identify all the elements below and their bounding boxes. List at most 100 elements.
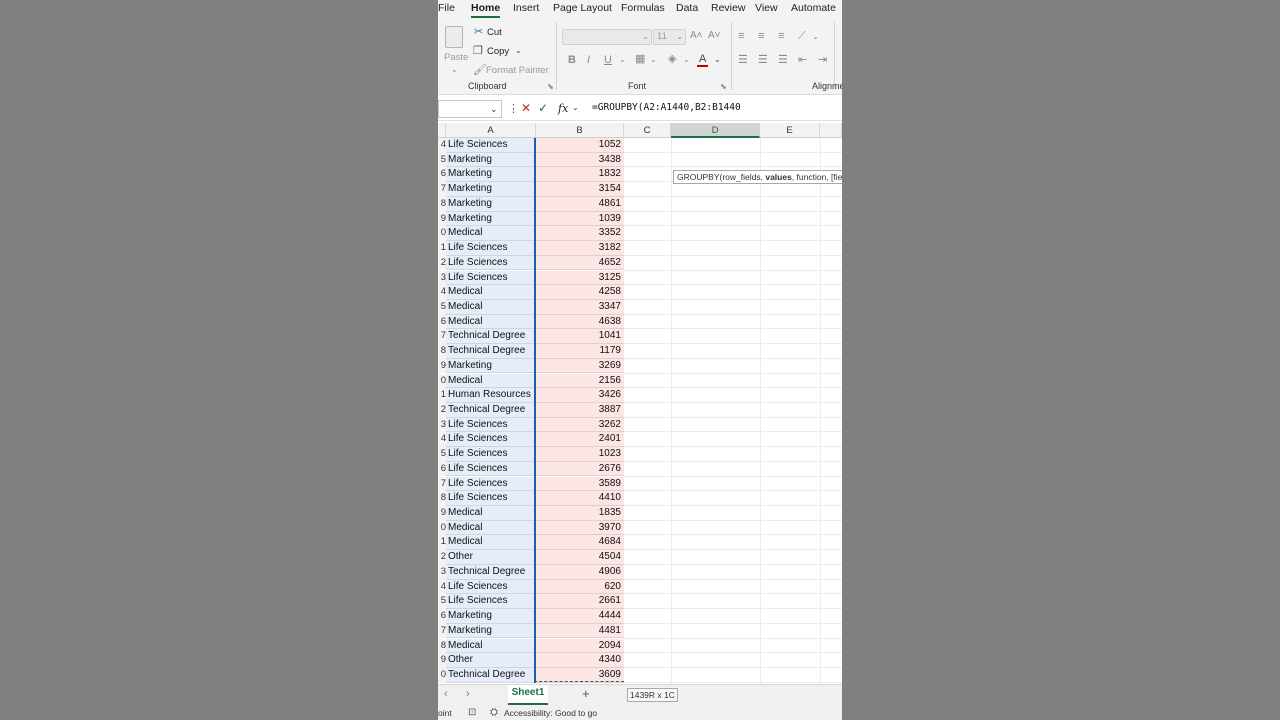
cell-b[interactable]: 4638 (536, 314, 624, 330)
tab-data[interactable]: Data (676, 2, 698, 14)
row-header[interactable]: 2 (438, 403, 446, 418)
row-header[interactable]: 9 (438, 653, 446, 668)
cell-a[interactable]: Life Sciences (446, 476, 535, 492)
bold-icon[interactable]: B (568, 54, 576, 66)
cell-a[interactable]: Technical Degree (446, 667, 535, 683)
row-header[interactable]: 6 (438, 314, 446, 330)
row-header[interactable]: 8 (438, 196, 446, 212)
corner-select-all[interactable] (438, 123, 446, 138)
decrease-indent-icon[interactable]: ⇤ (798, 54, 807, 66)
tab-review[interactable]: Review (711, 2, 745, 14)
cell-b[interactable]: 1179 (536, 344, 624, 359)
paste-button[interactable]: Paste ⌄ (441, 24, 468, 74)
insert-function-icon[interactable]: fx (558, 102, 568, 115)
row-header[interactable]: 5 (438, 594, 446, 609)
row-header[interactable]: 8 (438, 344, 446, 359)
cell-b[interactable]: 1039 (536, 211, 624, 227)
dialog-launcher-icon[interactable]: ⬊ (720, 81, 727, 93)
cell-a[interactable]: Life Sciences (446, 241, 535, 256)
align-left-icon[interactable]: ☰ (738, 54, 748, 66)
align-top-icon[interactable]: ≡ (738, 30, 744, 42)
cell-a[interactable]: Marketing (446, 196, 535, 212)
cell-b[interactable]: 2661 (536, 594, 624, 609)
cell-b[interactable]: 4258 (536, 285, 624, 300)
row-header[interactable]: 7 (438, 623, 446, 639)
fill-color-icon[interactable]: ◈ (668, 53, 676, 65)
tab-view[interactable]: View (755, 2, 778, 14)
cell-a[interactable]: Life Sciences (446, 447, 535, 462)
column-header-c[interactable]: C (624, 123, 671, 138)
tab-formulas[interactable]: Formulas (621, 2, 665, 14)
cell-a[interactable]: Life Sciences (446, 255, 535, 271)
add-sheet-icon[interactable]: + (582, 687, 590, 700)
underline-icon[interactable]: U (604, 54, 612, 66)
accessibility-icon[interactable]: ⛭ (490, 707, 498, 719)
row-header[interactable]: 7 (438, 182, 446, 197)
row-header[interactable]: 9 (438, 211, 446, 227)
row-header[interactable]: 8 (438, 491, 446, 506)
font-name-dropdown[interactable]: ⌄ (562, 29, 652, 45)
row-header[interactable]: 6 (438, 461, 446, 477)
row-header[interactable]: 4 (438, 432, 446, 448)
row-header[interactable]: 6 (438, 609, 446, 624)
row-header[interactable]: 6 (438, 167, 446, 183)
formula-input[interactable]: =GROUPBY(A2:A1440,B2:B1440 (592, 102, 741, 113)
decrease-font-icon[interactable]: A˅ (708, 30, 721, 42)
row-header[interactable]: 5 (438, 447, 446, 462)
cell-a[interactable]: Medical (446, 226, 535, 241)
align-middle-icon[interactable]: ≡ (758, 30, 764, 42)
cancel-icon[interactable]: ✕ (521, 102, 531, 114)
cell-b[interactable]: 3352 (536, 226, 624, 241)
cell-b[interactable]: 1052 (536, 138, 624, 153)
cell-a[interactable]: Life Sciences (446, 432, 535, 448)
chevron-down-icon[interactable]: ⌄ (619, 54, 626, 66)
row-header[interactable]: 1 (438, 535, 446, 551)
scroll-right-icon[interactable]: › (466, 688, 470, 700)
cell-b[interactable]: 2401 (536, 432, 624, 448)
cell-a[interactable]: Marketing (446, 167, 535, 183)
cell-b[interactable]: 4906 (536, 564, 624, 580)
more-options-icon[interactable]: ⋮ (508, 103, 519, 115)
column-header-e[interactable]: E (760, 123, 820, 138)
tab-file[interactable]: File (438, 2, 455, 14)
row-header[interactable]: 0 (438, 226, 446, 241)
cell-a[interactable]: Human Resources (446, 388, 535, 403)
format-painter-button[interactable]: Format Painter (486, 65, 549, 76)
row-header[interactable]: 0 (438, 520, 446, 536)
cell-a[interactable]: Life Sciences (446, 461, 535, 477)
orientation-icon[interactable]: ⟋ (798, 30, 806, 42)
cell-b[interactable]: 3182 (536, 241, 624, 256)
increase-font-icon[interactable]: A˄ (690, 30, 703, 42)
cell-a[interactable]: Other (446, 550, 535, 565)
column-header-a[interactable]: A (446, 123, 536, 138)
cell-a[interactable]: Medical (446, 314, 535, 330)
cell-a[interactable]: Medical (446, 299, 535, 315)
cell-a[interactable]: Marketing (446, 182, 535, 197)
row-header[interactable]: 7 (438, 329, 446, 345)
cell-a[interactable]: Marketing (446, 623, 535, 639)
cell-a[interactable]: Technical Degree (446, 329, 535, 345)
align-right-icon[interactable]: ☰ (778, 54, 788, 66)
copy-button[interactable]: Copy (487, 46, 509, 57)
chevron-down-icon[interactable]: ⌄ (714, 54, 721, 66)
cell-b[interactable]: 1835 (536, 506, 624, 521)
cell-a[interactable]: Other (446, 653, 535, 668)
cell-a[interactable]: Medical (446, 373, 535, 389)
chevron-down-icon[interactable]: ⌄ (572, 102, 579, 114)
cell-a[interactable]: Medical (446, 638, 535, 654)
cell-a[interactable]: Medical (446, 285, 535, 300)
cell-a[interactable]: Life Sciences (446, 579, 535, 595)
align-center-icon[interactable]: ☰ (758, 54, 768, 66)
enter-icon[interactable]: ✓ (538, 102, 548, 114)
cell-b[interactable]: 1832 (536, 167, 624, 183)
macro-record-icon[interactable]: ⊡ (468, 707, 476, 719)
cell-b[interactable]: 4652 (536, 255, 624, 271)
cell-b[interactable]: 3589 (536, 476, 624, 492)
scroll-left-icon[interactable]: ‹ (444, 688, 448, 700)
cell-b[interactable]: 3154 (536, 182, 624, 197)
cell-a[interactable]: Marketing (446, 609, 535, 624)
cell-b[interactable]: 4684 (536, 535, 624, 551)
row-header[interactable]: 1 (438, 241, 446, 256)
column-header-b[interactable]: B (536, 123, 624, 138)
cell-b[interactable]: 4410 (536, 491, 624, 506)
